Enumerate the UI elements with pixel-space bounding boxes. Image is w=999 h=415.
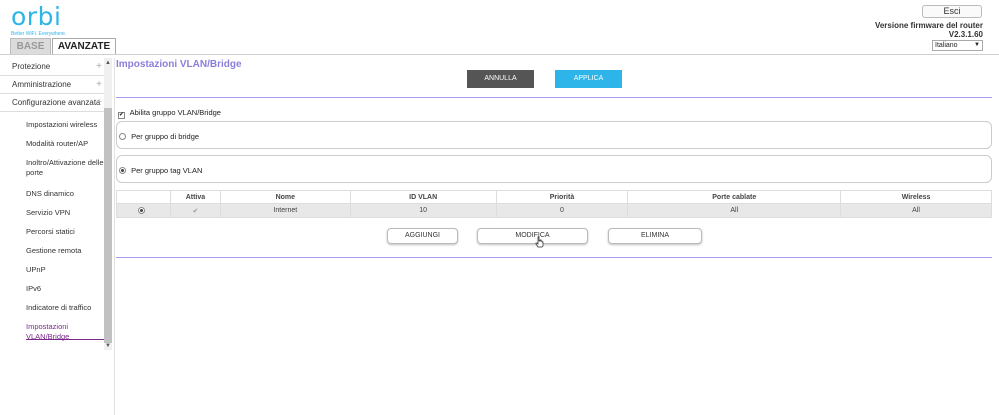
sidebar-item-indicatore-traffico[interactable]: Indicatore di traffico bbox=[26, 303, 104, 313]
bridge-group-label: Per gruppo di bridge bbox=[131, 132, 200, 141]
sidebar-item-impostazioni-wireless[interactable]: Impostazioni wireless bbox=[26, 120, 104, 130]
row-vlan-id: 10 bbox=[349, 203, 497, 218]
scroll-down-icon[interactable]: ▼ bbox=[104, 341, 112, 351]
sidebar: Protezione + Amministrazione + Configura… bbox=[0, 58, 112, 350]
column-header-porte-cablate: Porte cablate bbox=[627, 190, 842, 204]
vlan-table: Attiva Nome ID VLAN Priorità Porte cabla… bbox=[116, 190, 992, 218]
tab-base[interactable]: BASE bbox=[10, 38, 51, 55]
sidebar-item-inoltro-porte[interactable]: Inoltro/Attivazione delle porte bbox=[26, 158, 104, 178]
logo-wordmark: orbi bbox=[11, 2, 62, 31]
sidebar-group-protezione[interactable]: Protezione + bbox=[0, 58, 104, 76]
orbi-logo: orbi Better WiFi. Everywhere. bbox=[11, 2, 67, 38]
bridge-group-panel: Per gruppo di bridge bbox=[116, 121, 992, 149]
column-header-select bbox=[116, 190, 171, 204]
row-priority: 0 bbox=[495, 203, 629, 218]
tab-advanced[interactable]: AVANZATE bbox=[52, 38, 116, 55]
row-wired-ports: All bbox=[627, 203, 842, 218]
sidebar-item-modalita-router-ap[interactable]: Modalità router/AP bbox=[26, 139, 104, 149]
language-select[interactable]: Italiano ▼ bbox=[932, 40, 983, 51]
vlan-tag-group-panel: Per gruppo tag VLAN bbox=[116, 155, 992, 183]
vlan-tag-group-option: Per gruppo tag VLAN bbox=[119, 166, 202, 175]
page-title: Impostazioni VLAN/Bridge bbox=[116, 59, 242, 70]
table-header-row: Attiva Nome ID VLAN Priorità Porte cabla… bbox=[116, 190, 992, 204]
bridge-group-radio[interactable] bbox=[119, 133, 126, 140]
sidebar-item-percorsi-statici[interactable]: Percorsi statici bbox=[26, 227, 104, 237]
active-item-underline bbox=[26, 339, 104, 340]
column-header-id-vlan: ID VLAN bbox=[349, 190, 497, 204]
cancel-button[interactable]: ANNULLA bbox=[467, 70, 534, 88]
column-header-nome: Nome bbox=[219, 190, 351, 204]
row-wireless: All bbox=[840, 203, 992, 218]
sidebar-item-upnp[interactable]: UPnP bbox=[26, 265, 104, 275]
scroll-up-icon[interactable]: ▲ bbox=[104, 58, 112, 68]
firmware-label: Versione firmware del router bbox=[874, 21, 983, 30]
language-value: Italiano bbox=[935, 42, 958, 49]
vlan-tag-group-label: Per gruppo tag VLAN bbox=[131, 166, 203, 175]
hand-cursor-icon bbox=[535, 236, 544, 248]
sidebar-group-configurazione-avanzata[interactable]: Configurazione avanzata + bbox=[0, 94, 104, 112]
header-divider bbox=[0, 54, 999, 55]
plus-icon: + bbox=[96, 61, 102, 72]
sidebar-item-gestione-remota[interactable]: Gestione remota bbox=[26, 246, 104, 256]
checkmark-icon[interactable]: ✔ bbox=[192, 208, 198, 215]
enable-vlan-row: ✔ Abilita gruppo VLAN/Bridge bbox=[118, 108, 221, 119]
apply-button[interactable]: APPLICA bbox=[555, 70, 622, 88]
sidebar-item-ipv6[interactable]: IPv6 bbox=[26, 284, 104, 294]
row-select-cell bbox=[116, 203, 171, 218]
sidebar-item-dns-dinamico[interactable]: DNS dinamico bbox=[26, 189, 104, 199]
table-row[interactable]: ✔ Internet 10 0 All All bbox=[116, 203, 992, 218]
firmware-version: V2.3.1.60 bbox=[948, 30, 983, 39]
row-name: Internet bbox=[219, 203, 351, 218]
plus-icon: + bbox=[96, 79, 102, 90]
minus-icon: + bbox=[96, 97, 102, 108]
enable-vlan-label: Abilita gruppo VLAN/Bridge bbox=[129, 108, 221, 117]
row-select-radio[interactable] bbox=[138, 206, 146, 214]
chevron-down-icon: ▼ bbox=[974, 42, 980, 48]
column-header-wireless: Wireless bbox=[840, 190, 992, 204]
enable-vlan-checkbox[interactable]: ✔ bbox=[118, 112, 125, 119]
logout-button[interactable]: Esci bbox=[922, 5, 982, 18]
sidebar-group-label: Amministrazione bbox=[12, 80, 72, 89]
column-header-attiva: Attiva bbox=[169, 190, 221, 204]
edit-button[interactable]: MODIFICA bbox=[477, 228, 588, 244]
scrollbar-thumb[interactable] bbox=[104, 108, 112, 343]
sidebar-group-amministrazione[interactable]: Amministrazione + bbox=[0, 76, 104, 94]
vlan-tag-group-radio[interactable] bbox=[119, 167, 126, 174]
row-active-cell: ✔ bbox=[169, 203, 221, 218]
sidebar-item-servizio-vpn[interactable]: Servizio VPN bbox=[26, 208, 104, 218]
section-divider bbox=[116, 97, 992, 98]
sidebar-group-label: Configurazione avanzata bbox=[12, 98, 101, 107]
bottom-divider bbox=[116, 257, 992, 258]
column-header-priorita: Priorità bbox=[495, 190, 629, 204]
sidebar-group-label: Protezione bbox=[12, 62, 51, 71]
bridge-group-option: Per gruppo di bridge bbox=[119, 132, 199, 141]
add-button[interactable]: AGGIUNGI bbox=[387, 228, 458, 244]
content-divider bbox=[114, 58, 115, 415]
logo-tagline: Better WiFi. Everywhere. bbox=[11, 31, 67, 37]
delete-button[interactable]: ELIMINA bbox=[608, 228, 702, 244]
